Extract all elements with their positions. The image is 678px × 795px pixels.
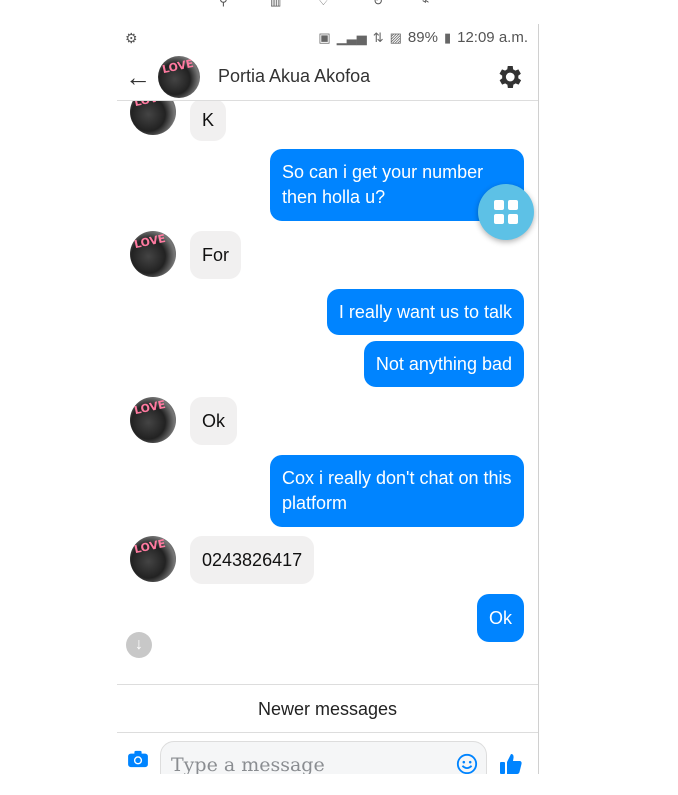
clock: 12:09 a.m.: [457, 29, 528, 46]
grid-icon-cell: [494, 214, 504, 224]
search-icon: ⚲: [219, 0, 228, 8]
gear-icon[interactable]: [494, 62, 524, 92]
message-bubble-outgoing[interactable]: Ok: [476, 594, 524, 642]
message-bubble-incoming[interactable]: Ok: [190, 397, 238, 445]
notification-icon: ⚙: [125, 30, 138, 46]
signal2-icon: ▨: [389, 29, 402, 45]
floating-apps-button[interactable]: [478, 184, 534, 240]
grid-icon-cell: [508, 200, 518, 210]
thumbs-up-icon[interactable]: [499, 752, 523, 774]
avatar-text: LOVE: [132, 397, 167, 418]
nfc-icon: ▣: [318, 29, 331, 45]
emoji-icon[interactable]: [456, 753, 478, 774]
avatar: LOVE: [130, 231, 176, 277]
message-bubble-incoming[interactable]: 0243826417: [190, 536, 315, 584]
conversation-header: ← LOVE Portia Akua Akofoa: [117, 56, 538, 101]
grid-icon: [494, 200, 504, 210]
trash-icon: ▥: [270, 0, 282, 8]
message-bubble-outgoing[interactable]: I really want us to talk: [326, 289, 524, 335]
message-input-placeholder: Type a message: [171, 754, 325, 774]
message-input[interactable]: Type a message: [160, 741, 487, 774]
avatar: LOVE: [130, 536, 176, 582]
camera-icon[interactable]: [127, 750, 149, 768]
message-list[interactable]: LOVE K So can i get your number then hol…: [117, 101, 538, 684]
avatar-text: LOVE: [133, 101, 167, 109]
avatar-text: LOVE: [160, 56, 195, 77]
avatar[interactable]: LOVE: [158, 56, 200, 98]
contact-name[interactable]: Portia Akua Akofoa: [218, 66, 370, 87]
message-bubble-incoming[interactable]: K: [190, 101, 227, 141]
back-arrow-icon[interactable]: ←: [125, 62, 151, 92]
newer-messages-button[interactable]: Newer messages: [117, 684, 538, 733]
grid-icon-cell: [508, 214, 518, 224]
phone-screen: ⚙ ▣ ▁▃▅ ⇅ ▨ 89% ▮ 12:09 a.m. ← LOVE Port…: [117, 24, 539, 774]
avatar-text: LOVE: [132, 536, 167, 557]
message-bubble-outgoing[interactable]: Not anything bad: [363, 341, 524, 387]
message-bubble-incoming[interactable]: For: [190, 231, 241, 279]
avatar-text: LOVE: [132, 231, 167, 252]
avatar: LOVE: [130, 397, 176, 443]
heart-icon: ♡: [318, 0, 329, 8]
data-icon: ⇅: [372, 29, 384, 45]
battery-level: 89%: [407, 29, 438, 46]
battery-icon: ▮: [443, 29, 452, 45]
share-icon: ↻: [373, 0, 384, 8]
signal-icon: ▁▃▅: [336, 29, 367, 45]
scroll-down-icon[interactable]: ↓: [126, 632, 152, 658]
avatar: LOVE: [130, 101, 176, 135]
top-cropped-toolbar: ⚲ ▥ ♡ ↻ ⌁: [0, 0, 678, 10]
message-composer: Type a message: [117, 732, 538, 774]
message-bubble-outgoing[interactable]: Cox i really don't chat on this platform: [270, 455, 524, 527]
edit-icon: ⌁: [422, 0, 430, 8]
status-bar: ⚙ ▣ ▁▃▅ ⇅ ▨ 89% ▮ 12:09 a.m.: [117, 24, 538, 54]
